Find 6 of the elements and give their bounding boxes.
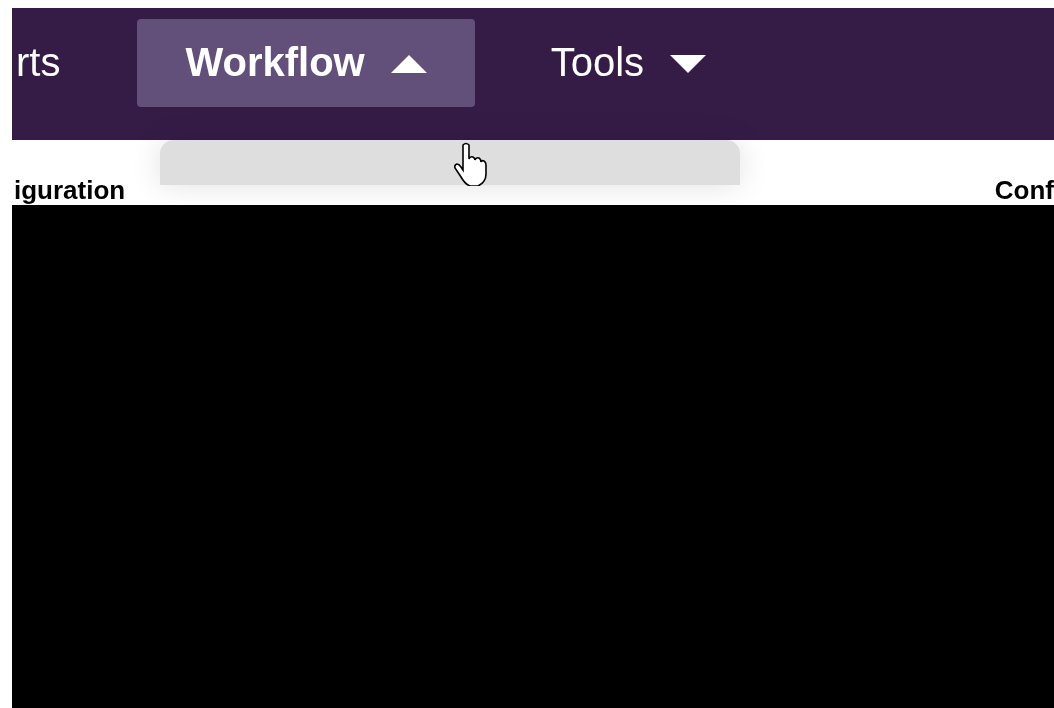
- nav-tab[interactable]: Workflow: [137, 18, 475, 107]
- pointer-hand-icon: [454, 142, 488, 186]
- text-fragment: iguration: [14, 175, 126, 205]
- text-fragment: Conf: [994, 175, 1054, 205]
- nav-tab[interactable]: Tools: [502, 18, 755, 107]
- nav-tab[interactable]: rts: [14, 18, 63, 107]
